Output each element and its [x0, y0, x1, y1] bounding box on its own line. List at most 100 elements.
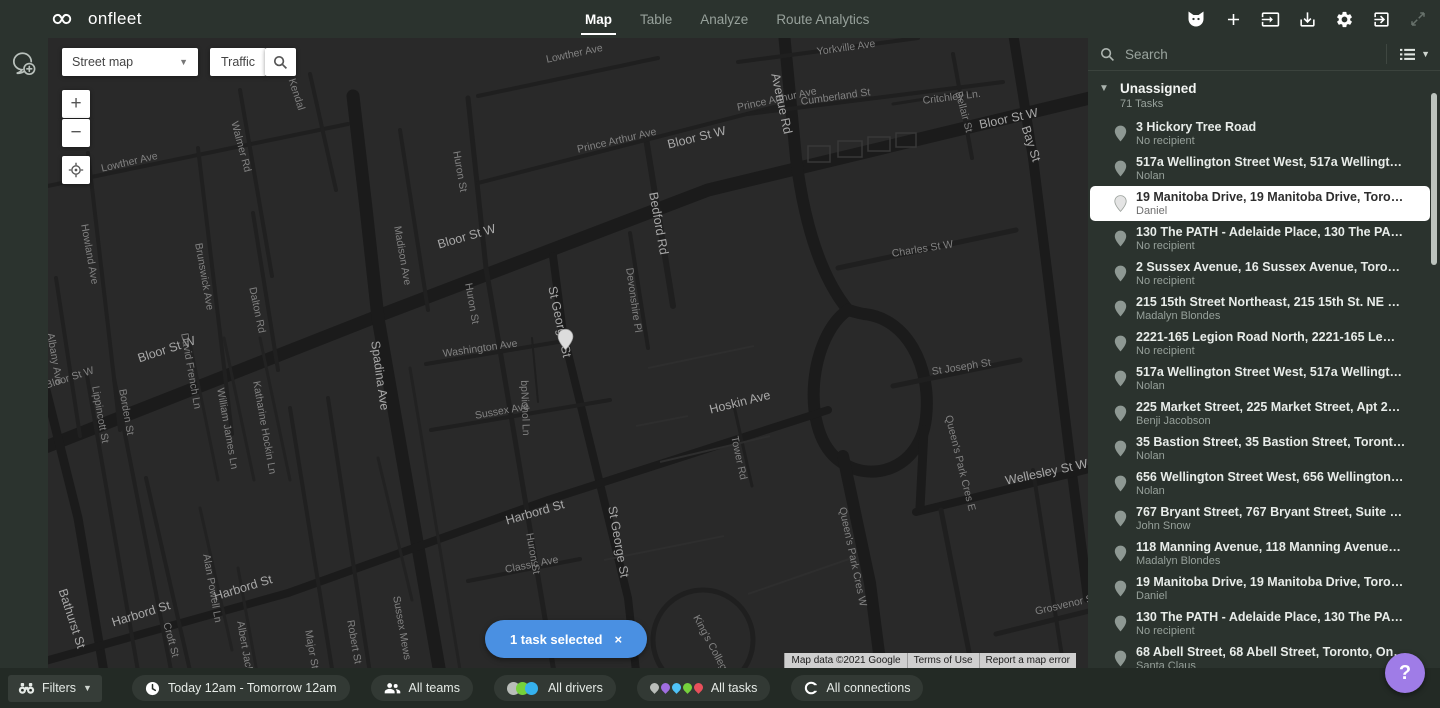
- left-rail: [0, 38, 48, 708]
- task-list-item[interactable]: 19 Manitoba Drive, 19 Manitoba Drive, To…: [1090, 186, 1430, 221]
- locate-button[interactable]: [62, 156, 90, 184]
- zoom-in-button[interactable]: +: [62, 90, 90, 118]
- map-canvas[interactable]: Lowther Ave Lowther Ave Prince Arthur Av…: [48, 38, 1088, 708]
- search-icon: [273, 55, 288, 70]
- filter-bar: Filters ▼ Today 12am - Tomorrow 12am: [0, 668, 1440, 708]
- chat-icon[interactable]: [9, 50, 38, 84]
- nav-tab[interactable]: Route Analytics: [776, 0, 869, 38]
- task-list-item[interactable]: 19 Manitoba Drive, 19 Manitoba Drive, To…: [1088, 571, 1440, 606]
- list-view-toggle[interactable]: ▼: [1386, 44, 1440, 64]
- task-pin-icon: [1114, 545, 1127, 562]
- task-list-item[interactable]: 35 Bastion Street, 35 Bastion Street, To…: [1088, 431, 1440, 466]
- task-list-item[interactable]: 656 Wellington Street West, 656 Wellingt…: [1088, 466, 1440, 501]
- task-pin-icon: [1114, 580, 1127, 597]
- date-range-filter[interactable]: Today 12am - Tomorrow 12am: [132, 675, 350, 701]
- task-list-item[interactable]: 118 Manning Avenue, 118 Manning Avenue… …: [1088, 536, 1440, 571]
- main-nav: Map Table Analyze Route Analytics: [585, 0, 869, 38]
- task-title: 68 Abell Street, 68 Abell Street, Toront…: [1136, 645, 1426, 659]
- clock-icon: [145, 681, 160, 696]
- selection-count: 1 task selected: [510, 632, 603, 647]
- zoom-out-button[interactable]: −: [62, 119, 90, 147]
- task-title: 656 Wellington Street West, 656 Wellingt…: [1136, 470, 1426, 484]
- group-task-count: 71 Tasks: [1120, 98, 1440, 110]
- task-list-item[interactable]: 517a Wellington Street West, 517a Wellin…: [1088, 361, 1440, 396]
- nav-tab[interactable]: Table: [640, 0, 672, 38]
- task-list-item[interactable]: 130 The PATH - Adelaide Place, 130 The P…: [1088, 606, 1440, 641]
- export-icon[interactable]: [1295, 7, 1319, 31]
- task-list-item[interactable]: 215 15th Street Northeast, 215 15th St. …: [1088, 291, 1440, 326]
- search-input[interactable]: [1125, 47, 1386, 62]
- dispatch-icon[interactable]: [1184, 7, 1208, 31]
- attribution-link[interactable]: Terms of Use: [907, 653, 979, 668]
- task-pin-swatch: [659, 681, 672, 694]
- task-title: 767 Bryant Street, 767 Bryant Street, Su…: [1136, 505, 1426, 519]
- task-pin-swatch: [670, 681, 683, 694]
- question-mark: ?: [1399, 662, 1411, 685]
- task-pin-icon: [1114, 510, 1127, 527]
- task-recipient: No recipient: [1136, 240, 1426, 252]
- task-title: 35 Bastion Street, 35 Bastion Street, To…: [1136, 435, 1426, 449]
- task-list-item[interactable]: 130 The PATH - Adelaide Place, 130 The P…: [1088, 221, 1440, 256]
- binoculars-icon: [18, 682, 35, 695]
- traffic-button[interactable]: Traffic: [210, 48, 266, 76]
- tasks-filter[interactable]: All tasks: [637, 675, 771, 701]
- task-list-item[interactable]: 2221-165 Legion Road North, 2221-165 Le……: [1088, 326, 1440, 361]
- task-pin-swatch: [692, 681, 705, 694]
- teams-filter[interactable]: All teams: [371, 675, 473, 701]
- task-sidebar: ▼ ▼ Unassigned 71 Tasks 3 Hickory Tree R…: [1088, 38, 1440, 708]
- task-pin-icon: [1114, 125, 1127, 142]
- map-search-button[interactable]: [265, 48, 296, 76]
- task-title: 19 Manitoba Drive, 19 Manitoba Drive, To…: [1136, 575, 1426, 589]
- logout-icon[interactable]: [1369, 7, 1393, 31]
- task-title: 19 Manitoba Drive, 19 Manitoba Drive, To…: [1136, 190, 1416, 204]
- sidebar-search-bar: ▼: [1088, 38, 1440, 71]
- task-title: 225 Market Street, 225 Market Street, Ap…: [1136, 400, 1426, 414]
- attribution-link[interactable]: Report a map error: [979, 653, 1076, 668]
- infinity-icon: [46, 8, 78, 30]
- attribution-link[interactable]: Map data ©2021 Google: [784, 653, 906, 668]
- help-button[interactable]: ?: [1385, 653, 1425, 693]
- task-title: 130 The PATH - Adelaide Place, 130 The P…: [1136, 225, 1426, 239]
- nav-tab[interactable]: Map: [585, 0, 612, 38]
- task-recipient: John Snow: [1136, 520, 1426, 532]
- task-recipient: Nolan: [1136, 485, 1426, 497]
- import-icon[interactable]: [1258, 7, 1282, 31]
- drivers-filter[interactable]: All drivers: [494, 675, 616, 701]
- task-list-item[interactable]: 517a Wellington Street West, 517a Wellin…: [1088, 151, 1440, 186]
- add-task-icon[interactable]: [1221, 7, 1245, 31]
- onfleet-dashboard: onfleet Map Table Analyze Route Analytic…: [0, 0, 1440, 708]
- nav-tab[interactable]: Analyze: [700, 0, 748, 38]
- map-type-select[interactable]: Street map ▼: [62, 48, 198, 76]
- onfleet-logo[interactable]: onfleet: [46, 8, 142, 30]
- settings-icon[interactable]: [1332, 7, 1356, 31]
- selection-banner[interactable]: 1 task selected ×: [485, 620, 647, 658]
- task-pin-icon: [1114, 195, 1127, 212]
- expand-icon[interactable]: [1406, 7, 1430, 31]
- task-list-item[interactable]: 225 Market Street, 225 Market Street, Ap…: [1088, 396, 1440, 431]
- task-pin-icon: [1114, 230, 1127, 247]
- crosshair-icon: [68, 162, 84, 178]
- task-recipient: Nolan: [1136, 380, 1426, 392]
- task-title: 517a Wellington Street West, 517a Wellin…: [1136, 155, 1426, 169]
- task-list-item[interactable]: 2 Sussex Avenue, 16 Sussex Avenue, Toro……: [1088, 256, 1440, 291]
- driver-dot: [525, 682, 538, 695]
- task-recipient: Madalyn Blondes: [1136, 555, 1426, 567]
- task-title: 215 15th Street Northeast, 215 15th St. …: [1136, 295, 1426, 309]
- task-pin-swatch: [648, 681, 661, 694]
- task-list: 3 Hickory Tree Road No recipient 517a We…: [1088, 116, 1440, 676]
- close-icon[interactable]: ×: [614, 632, 622, 647]
- task-recipient: Nolan: [1136, 450, 1426, 462]
- task-recipient: No recipient: [1136, 135, 1426, 147]
- connections-filter[interactable]: All connections: [791, 675, 923, 701]
- selected-task-map-pin[interactable]: [557, 328, 574, 356]
- task-list-item[interactable]: 767 Bryant Street, 767 Bryant Street, Su…: [1088, 501, 1440, 536]
- top-bar: onfleet Map Table Analyze Route Analytic…: [0, 0, 1440, 38]
- brand-name: onfleet: [88, 9, 142, 29]
- chevron-down-icon: ▼: [83, 683, 92, 693]
- task-recipient: Nolan: [1136, 170, 1426, 182]
- filters-button[interactable]: Filters ▼: [8, 675, 102, 702]
- sidebar-scrollbar[interactable]: [1431, 93, 1437, 265]
- task-pin-icon: [1114, 300, 1127, 317]
- group-header-unassigned[interactable]: ▼ Unassigned 71 Tasks: [1088, 71, 1440, 116]
- task-list-item[interactable]: 3 Hickory Tree Road No recipient: [1088, 116, 1440, 151]
